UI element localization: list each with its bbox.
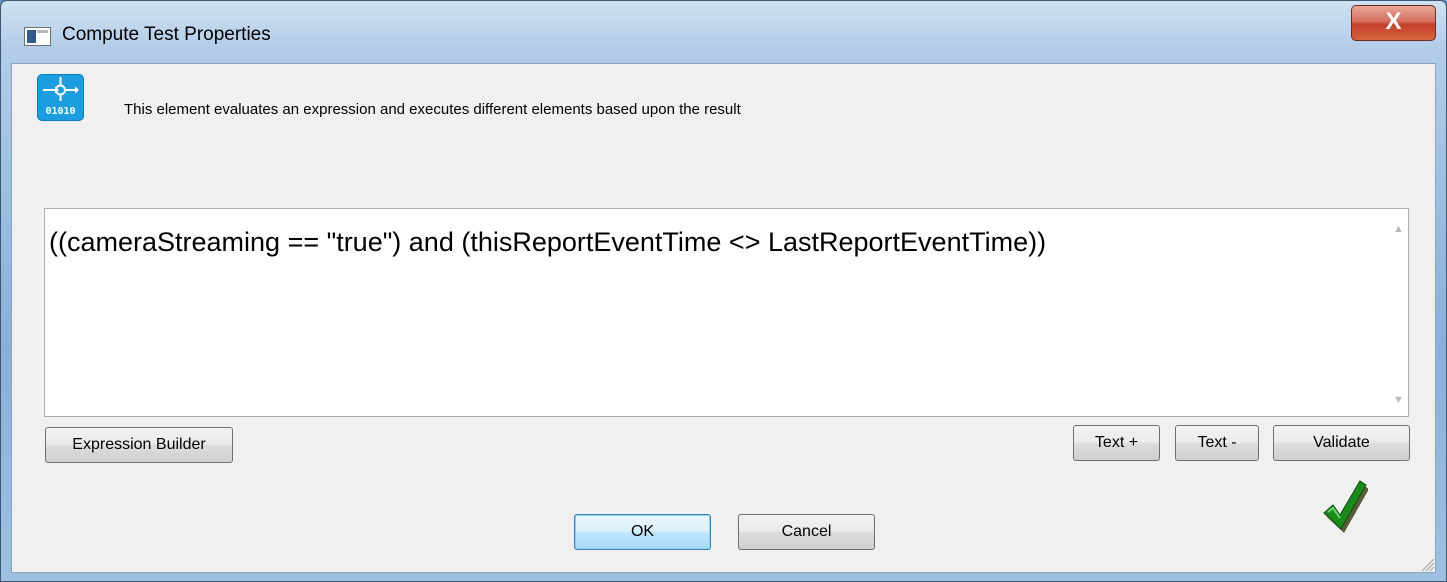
scroll-down-arrow-icon[interactable]: ▼ xyxy=(1393,394,1404,406)
vertical-scrollbar[interactable]: ▲ ▼ xyxy=(1389,209,1408,416)
scroll-up-arrow-icon[interactable]: ▲ xyxy=(1393,223,1404,235)
checkmark-icon xyxy=(1320,477,1369,540)
icon-binary-text: 01010 xyxy=(45,106,75,117)
title-bar[interactable]: Compute Test Properties X xyxy=(1,1,1446,63)
ok-button[interactable]: OK xyxy=(574,514,711,550)
expression-textarea[interactable]: ((cameraStreaming == "true") and (thisRe… xyxy=(44,208,1409,417)
window-title: Compute Test Properties xyxy=(62,24,271,45)
validate-button[interactable]: Validate xyxy=(1273,425,1410,461)
element-description: This element evaluates an expression and… xyxy=(124,101,741,118)
decision-flow-icon: 01010 xyxy=(37,74,84,121)
resize-grip-icon[interactable] xyxy=(1417,554,1435,572)
expression-builder-button[interactable]: Expression Builder xyxy=(45,427,233,463)
dialog-window: Compute Test Properties X 01010 This ele… xyxy=(0,0,1447,582)
cancel-button[interactable]: Cancel xyxy=(738,514,875,550)
text-minus-button[interactable]: Text - xyxy=(1175,425,1259,461)
close-icon: X xyxy=(1385,8,1402,35)
expression-text: ((cameraStreaming == "true") and (thisRe… xyxy=(49,227,1047,257)
text-plus-button[interactable]: Text + xyxy=(1073,425,1160,461)
dialog-content: 01010 This element evaluates an expressi… xyxy=(11,63,1436,573)
window-app-icon[interactable] xyxy=(24,27,51,46)
close-button[interactable]: X xyxy=(1351,5,1436,41)
